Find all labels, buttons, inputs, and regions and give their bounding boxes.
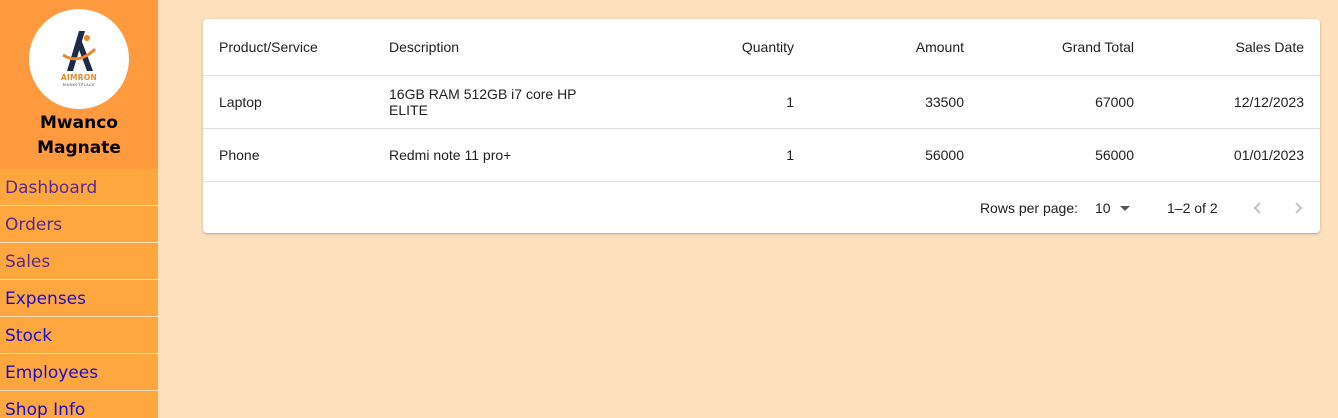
sidebar-item-employees[interactable]: Employees	[0, 354, 158, 391]
table-pagination: Rows per page: 10 1–2 of 2	[203, 182, 1320, 233]
sidebar-item-dashboard[interactable]: Dashboard	[0, 169, 158, 206]
sales-table-card: Product/Service Description Quantity Amo…	[203, 19, 1320, 233]
shop-name: Mwanco Magnate	[0, 111, 158, 161]
column-header-grand-total[interactable]: Grand Total	[980, 19, 1150, 76]
aimron-logo-icon	[62, 31, 97, 71]
rows-per-page-select[interactable]: 10	[1095, 200, 1135, 216]
next-page-button[interactable]	[1284, 194, 1312, 222]
column-header-description[interactable]: Description	[373, 19, 633, 76]
brand-header: AIMRON MARKETPLACE Mwanco Magnate	[0, 0, 158, 169]
cell-grand-total: 67000	[980, 75, 1150, 129]
chevron-right-icon	[1295, 202, 1303, 214]
cell-description: Redmi note 11 pro+	[373, 128, 633, 182]
rows-per-page-value: 10	[1095, 200, 1111, 216]
cell-product: Laptop	[203, 75, 373, 129]
column-header-sales-date[interactable]: Sales Date	[1150, 19, 1320, 76]
sidebar-item-sales[interactable]: Sales	[0, 243, 158, 280]
cell-amount: 56000	[810, 128, 980, 182]
sidebar-item-shop-info[interactable]: Shop Info	[0, 391, 158, 418]
sidebar: AIMRON MARKETPLACE Mwanco Magnate Dashbo…	[0, 0, 158, 418]
sidebar-nav: Dashboard Orders Sales Expenses Stock Em…	[0, 169, 158, 418]
cell-description: 16GB RAM 512GB i7 core HP ELITE	[373, 75, 633, 129]
cell-quantity: 1	[633, 75, 810, 129]
column-header-product[interactable]: Product/Service	[203, 19, 373, 76]
table-row[interactable]: Phone Redmi note 11 pro+ 1 56000 56000 0…	[203, 128, 1320, 182]
table-row[interactable]: Laptop 16GB RAM 512GB i7 core HP ELITE 1…	[203, 75, 1320, 129]
cell-product: Phone	[203, 128, 373, 182]
table-header-row: Product/Service Description Quantity Amo…	[203, 19, 1320, 76]
sales-table: Product/Service Description Quantity Amo…	[203, 19, 1320, 182]
cell-quantity: 1	[633, 128, 810, 182]
previous-page-button[interactable]	[1244, 194, 1272, 222]
pagination-range: 1–2 of 2	[1167, 200, 1218, 216]
rows-per-page-label: Rows per page:	[979, 200, 1078, 216]
logo-wordmark: AIMRON	[60, 73, 98, 82]
column-header-quantity[interactable]: Quantity	[633, 19, 810, 76]
column-header-amount[interactable]: Amount	[810, 19, 980, 76]
cell-sales-date: 01/01/2023	[1150, 128, 1320, 182]
sidebar-item-expenses[interactable]: Expenses	[0, 280, 158, 317]
chevron-left-icon	[1253, 202, 1261, 214]
sidebar-item-orders[interactable]: Orders	[0, 206, 158, 243]
logo-subtitle: MARKETPLACE	[62, 83, 96, 87]
cell-grand-total: 56000	[980, 128, 1150, 182]
shop-name-line2: Magnate	[37, 138, 121, 158]
shop-name-line1: Mwanco	[40, 113, 118, 133]
cell-amount: 33500	[810, 75, 980, 129]
cell-sales-date: 12/12/2023	[1150, 75, 1320, 129]
brand-logo: AIMRON MARKETPLACE	[29, 9, 129, 109]
sidebar-item-stock[interactable]: Stock	[0, 317, 158, 354]
caret-down-icon	[1120, 206, 1130, 211]
